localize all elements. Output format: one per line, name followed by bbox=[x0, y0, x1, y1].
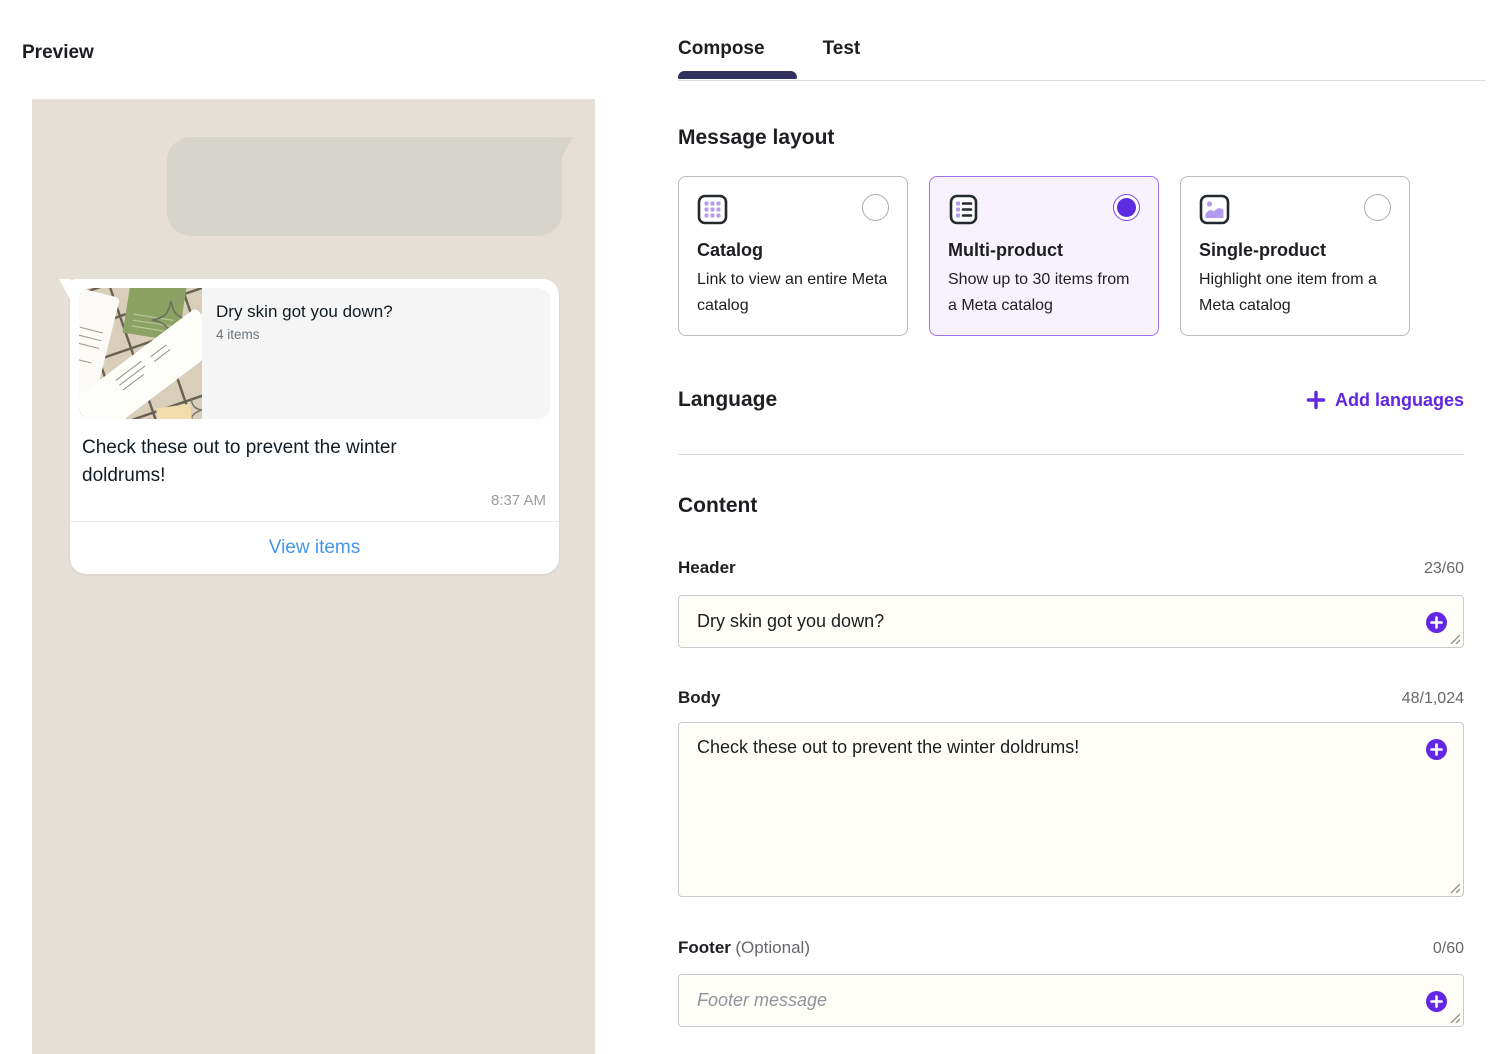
resize-handle-icon[interactable] bbox=[1448, 1011, 1460, 1023]
layout-option-title: Single-product bbox=[1199, 240, 1391, 261]
grid-icon bbox=[697, 194, 728, 225]
radio-single-product[interactable] bbox=[1364, 194, 1391, 221]
body-textarea[interactable]: Check these out to prevent the winter do… bbox=[679, 723, 1463, 896]
footer-char-counter: 0/60 bbox=[1433, 940, 1464, 958]
message-items-count: 4 items bbox=[216, 327, 550, 342]
add-languages-label: Add languages bbox=[1335, 390, 1464, 411]
footer-input[interactable] bbox=[679, 975, 1463, 1026]
radio-dot bbox=[1117, 198, 1136, 217]
header-input[interactable] bbox=[679, 596, 1463, 647]
radio-multi-product[interactable] bbox=[1113, 194, 1140, 221]
message-layout-heading: Message layout bbox=[678, 126, 834, 150]
header-field-label: Header bbox=[678, 558, 736, 578]
bubble-tail bbox=[561, 137, 573, 159]
resize-handle-icon[interactable] bbox=[1448, 632, 1460, 644]
message-body-text: Check these out to prevent the winter do… bbox=[82, 434, 482, 489]
add-languages-button[interactable]: Add languages bbox=[1306, 390, 1464, 411]
add-variable-icon[interactable] bbox=[1426, 991, 1447, 1012]
layout-option-catalog[interactable]: Catalog Link to view an entire Meta cata… bbox=[678, 176, 908, 336]
chat-preview-area: Dry skin got you down? 4 items Check the… bbox=[32, 99, 595, 1054]
content-heading: Content bbox=[678, 494, 757, 518]
list-icon bbox=[948, 194, 979, 225]
message-header-text: Dry skin got you down? bbox=[216, 302, 550, 322]
view-items-button[interactable]: View items bbox=[70, 522, 559, 574]
outgoing-message-placeholder-bubble bbox=[167, 137, 562, 236]
image-icon bbox=[1199, 194, 1230, 225]
body-field-label: Body bbox=[678, 688, 721, 708]
layout-option-single-product[interactable]: Single-product Highlight one item from a… bbox=[1180, 176, 1410, 336]
add-variable-icon[interactable] bbox=[1426, 739, 1447, 760]
body-char-counter: 48/1,024 bbox=[1402, 690, 1464, 708]
radio-catalog[interactable] bbox=[862, 194, 889, 221]
preview-heading: Preview bbox=[22, 42, 94, 64]
message-header-panel: Dry skin got you down? 4 items bbox=[79, 288, 550, 419]
resize-handle-icon[interactable] bbox=[1448, 881, 1460, 893]
layout-option-title: Catalog bbox=[697, 240, 889, 261]
template-message-bubble: Dry skin got you down? 4 items Check the… bbox=[70, 279, 559, 574]
plus-icon bbox=[1306, 390, 1326, 410]
product-thumbnail-image bbox=[79, 288, 202, 419]
add-variable-icon[interactable] bbox=[1426, 612, 1447, 633]
body-input-container: Check these out to prevent the winter do… bbox=[678, 722, 1464, 897]
tab-compose[interactable]: Compose bbox=[678, 38, 765, 60]
footer-input-container bbox=[678, 974, 1464, 1027]
layout-option-title: Multi-product bbox=[948, 240, 1140, 261]
footer-field-label: Footer (Optional) bbox=[678, 938, 810, 958]
divider bbox=[678, 80, 1486, 81]
active-tab-indicator bbox=[678, 71, 797, 79]
composer-panel: Compose Test Message layout Catalog Link… bbox=[678, 0, 1464, 1054]
layout-option-description: Highlight one item from a Meta catalog bbox=[1199, 267, 1391, 318]
layout-option-description: Link to view an entire Meta catalog bbox=[697, 267, 889, 318]
language-heading: Language bbox=[678, 388, 777, 412]
header-char-counter: 23/60 bbox=[1424, 560, 1464, 578]
divider bbox=[678, 454, 1464, 455]
message-timestamp: 8:37 AM bbox=[79, 492, 550, 509]
layout-option-multi-product[interactable]: Multi-product Show up to 30 items from a… bbox=[929, 176, 1159, 336]
tab-test[interactable]: Test bbox=[823, 38, 861, 60]
header-input-container bbox=[678, 595, 1464, 648]
layout-option-description: Show up to 30 items from a Meta catalog bbox=[948, 267, 1140, 318]
